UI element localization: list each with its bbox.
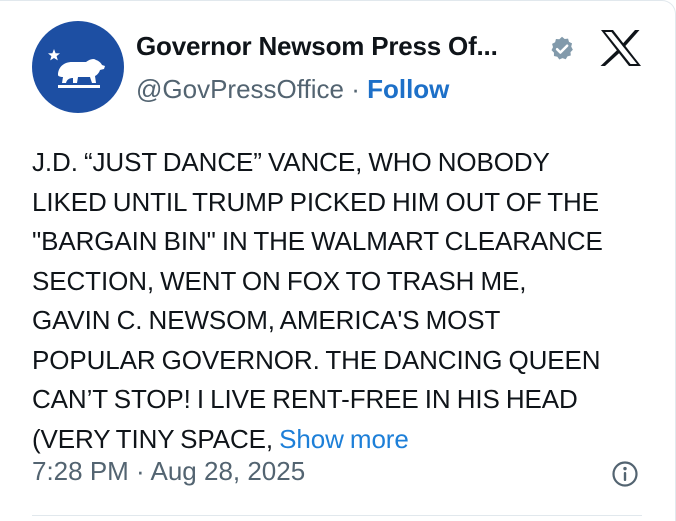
avatar[interactable] [32, 21, 124, 113]
separator-dot: · [343, 74, 368, 104]
info-icon[interactable] [611, 460, 639, 488]
post-timestamp[interactable]: 7:28 PM · Aug 28, 2025 [32, 456, 305, 487]
post-text-line: POPULAR GOVERNOR. THE DANCING QUEEN [32, 344, 601, 375]
california-bear-flag-icon [48, 49, 105, 88]
handle-row: @GovPressOffice · Follow [136, 74, 449, 105]
verified-badge-icon [551, 36, 573, 60]
post-text: J.D. “JUST DANCE” VANCE, WHO NOBODY LIKE… [32, 143, 657, 459]
post-text-fragment: (VERY TINY SPACE, [32, 423, 280, 454]
divider [32, 515, 642, 516]
post-text-line: LIKED UNTIL TRUMP PICKED HIM OUT OF THE [32, 186, 599, 217]
author-handle[interactable]: @GovPressOffice [136, 74, 344, 104]
post-text-line: J.D. “JUST DANCE” VANCE, WHO NOBODY [32, 147, 550, 177]
post-text-line: "BARGAIN BIN" IN THE WALMART CLEARANCE [32, 226, 603, 256]
post-text-line: GAVIN C. NEWSOM, AMERICA'S MOST [32, 305, 501, 335]
post-text-line: SECTION, WENT ON FOX TO TRASH ME, [32, 265, 527, 296]
post-card: Governor Newsom Press Of... @GovPressOff… [0, 0, 676, 521]
follow-button[interactable]: Follow [367, 74, 449, 104]
post-text-line: CAN’T STOP! I LIVE RENT-FREE IN HIS HEAD [32, 384, 578, 414]
author-name[interactable]: Governor Newsom Press Of... [136, 31, 498, 62]
x-logo-icon[interactable] [600, 29, 642, 67]
post-text-line-last: (VERY TINY SPACE, Show more [32, 420, 657, 460]
show-more-link[interactable]: Show more [279, 424, 409, 454]
